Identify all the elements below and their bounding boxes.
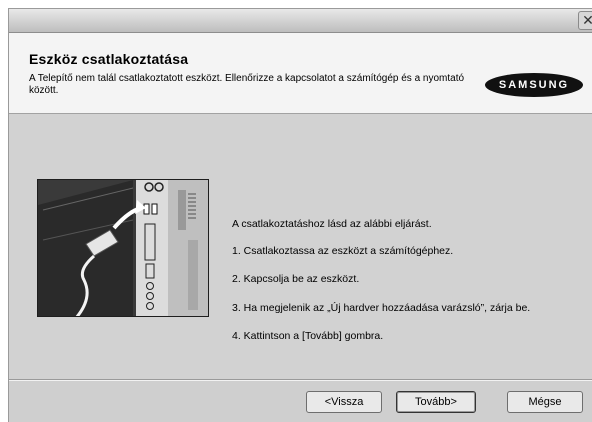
step-1: 1. Csatlakoztassa az eszközt a számítógé… — [232, 245, 454, 257]
dialog-content: A csatlakoztatáshoz lásd az alábbi eljár… — [9, 114, 592, 380]
installer-dialog: ✕ Eszköz csatlakoztatása A Telepítő nem … — [8, 8, 592, 422]
title-bar[interactable]: ✕ — [9, 9, 592, 33]
dialog-footer: <Vissza Tovább> Mégse — [9, 381, 592, 422]
close-icon: ✕ — [582, 12, 592, 28]
step-2: 2. Kapcsolja be az eszközt. — [232, 273, 360, 285]
step-4: 4. Kattintson a [Tovább] gombra. — [232, 330, 384, 342]
step-3: 3. Ha megjelenik az „Új hardver hozzáadá… — [232, 302, 531, 314]
samsung-logo: SAMSUNG — [485, 73, 583, 97]
dialog-header: Eszköz csatlakoztatása A Telepítő nem ta… — [9, 33, 592, 114]
cancel-button[interactable]: Mégse — [507, 391, 583, 413]
instructions-intro: A csatlakoztatáshoz lásd az alábbi eljár… — [232, 218, 432, 230]
back-button[interactable]: <Vissza — [306, 391, 382, 413]
next-button[interactable]: Tovább> — [396, 391, 476, 413]
close-button[interactable]: ✕ — [578, 11, 592, 30]
page-subtitle: A Telepítő nem talál csatlakoztatott esz… — [29, 73, 465, 96]
page-title: Eszköz csatlakoztatása — [29, 51, 189, 67]
usb-connect-illustration — [37, 179, 209, 317]
